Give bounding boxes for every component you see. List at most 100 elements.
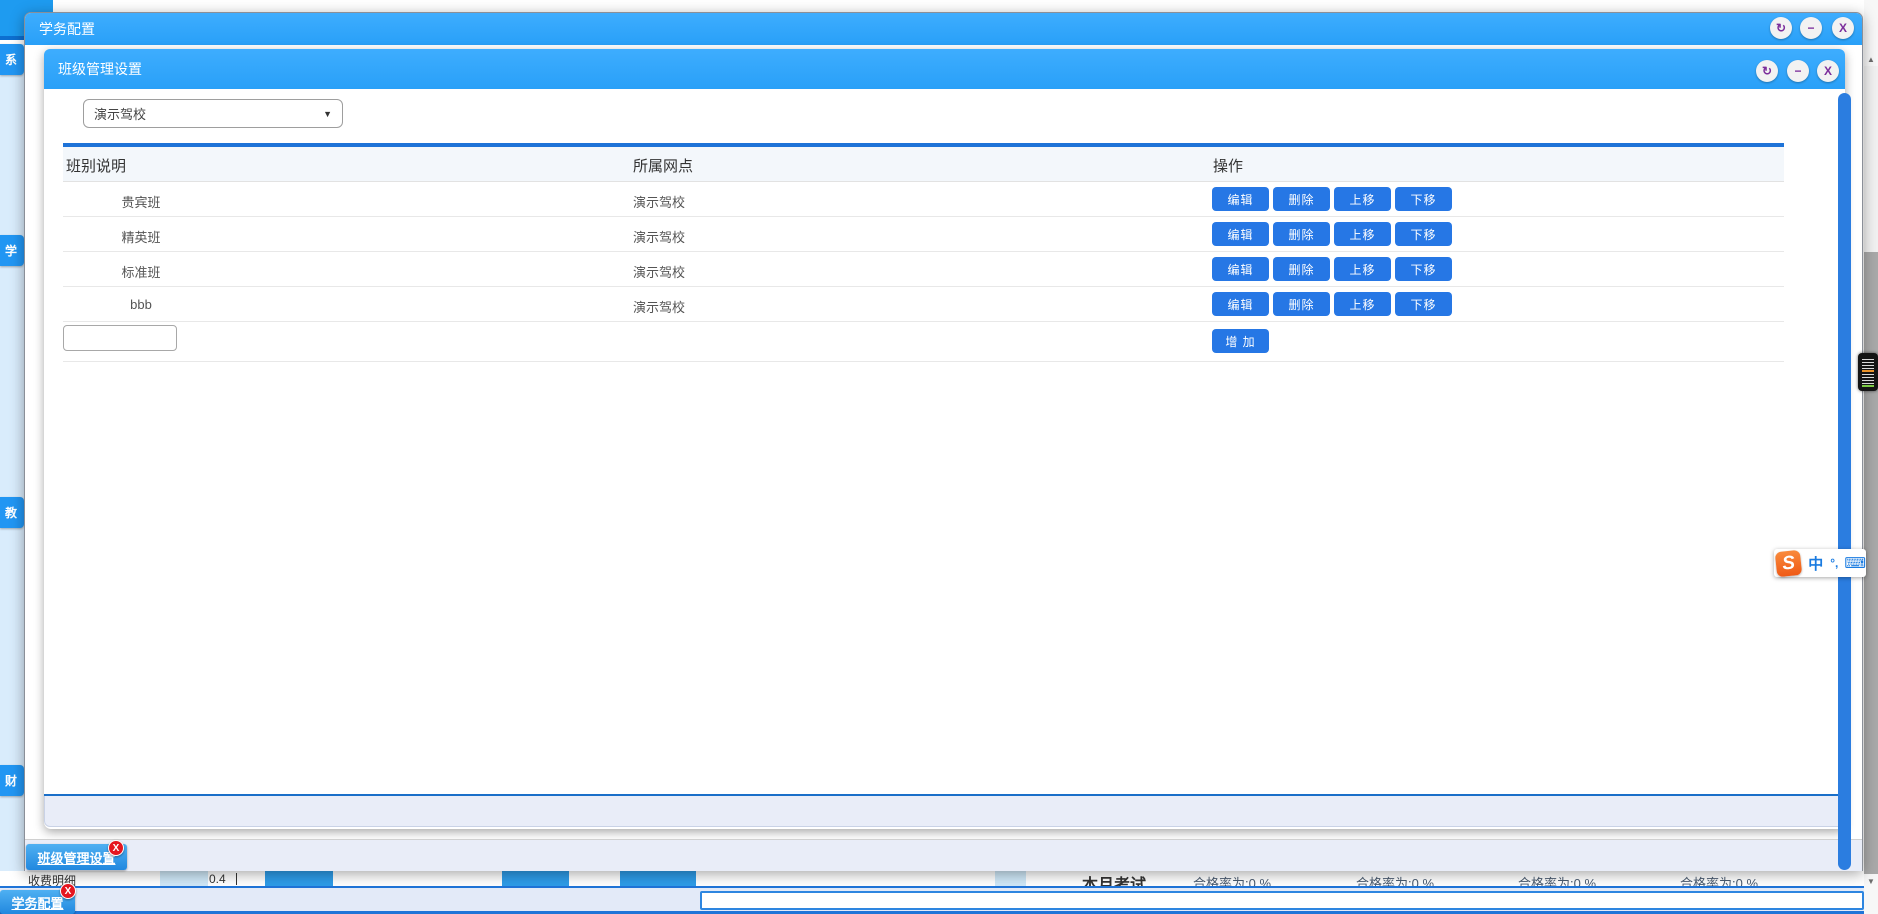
ime-toolbar[interactable]: S 中 °, ⌨ [1774, 549, 1866, 577]
dialog-footer [44, 796, 1845, 827]
page-scrollbar[interactable]: ▲ ▼ [1864, 0, 1878, 914]
edit-button[interactable]: 编辑 [1212, 187, 1269, 211]
table-row: 贵宾班 演示驾校 编辑 删除 上移 下移 [63, 182, 1784, 217]
move-down-button[interactable]: 下移 [1395, 257, 1452, 281]
close-badge-icon[interactable]: X [108, 840, 124, 856]
class-branch: 演示驾校 [633, 262, 685, 281]
logo-letter: S [1781, 551, 1796, 574]
move-up-button[interactable]: 上移 [1334, 222, 1391, 246]
sidebar-item-label: 财 [5, 772, 17, 789]
edit-button[interactable]: 编辑 [1212, 292, 1269, 316]
scrollbar-thumb[interactable] [1864, 252, 1878, 874]
dialog-titlebar[interactable]: 班级管理设置 [44, 49, 1845, 89]
close-button[interactable]: X [1817, 60, 1839, 82]
row-actions: 编辑 删除 上移 下移 [1212, 187, 1456, 211]
edit-button[interactable]: 编辑 [1212, 257, 1269, 281]
delete-button[interactable]: 删除 [1273, 187, 1330, 211]
close-icon: X [1824, 64, 1832, 78]
delete-button[interactable]: 删除 [1273, 292, 1330, 316]
badge-x: X [113, 843, 120, 854]
row-actions: 编辑 删除 上移 下移 [1212, 222, 1456, 246]
base-sidebar [0, 44, 24, 871]
minimize-button[interactable]: − [1787, 60, 1809, 82]
ime-punctuation-toggle[interactable]: °, [1830, 556, 1838, 570]
move-down-button[interactable]: 下移 [1395, 187, 1452, 211]
close-badge-icon[interactable]: X [60, 883, 76, 899]
new-class-input[interactable] [63, 325, 177, 351]
pass-rate-label: 合格率为:0 % [1193, 873, 1271, 886]
sidebar-item-student[interactable]: 学 [0, 235, 24, 266]
column-header-branch: 所属网点 [633, 155, 693, 176]
scroll-up-icon[interactable]: ▲ [1864, 52, 1878, 66]
move-down-button[interactable]: 下移 [1395, 292, 1452, 316]
chart-cell [995, 871, 1026, 886]
class-name: 标准班 [63, 262, 219, 281]
sidebar-item-label: 教 [5, 504, 17, 521]
sidebar-item-system[interactable]: 系 [0, 44, 24, 75]
screen-edge-widget[interactable] [1858, 353, 1878, 391]
add-button[interactable]: 增 加 [1212, 329, 1269, 353]
chart-bar [620, 871, 696, 886]
move-up-button[interactable]: 上移 [1334, 292, 1391, 316]
scroll-down-icon[interactable]: ▼ [1864, 874, 1878, 888]
branch-select-value: 演示驾校 [94, 104, 146, 123]
refresh-button[interactable]: ↻ [1770, 17, 1792, 39]
branch-select[interactable]: 演示驾校 ▼ [83, 99, 343, 128]
sidebar-item-teaching[interactable]: 教 [0, 497, 24, 528]
chart-title: 本月考试 [1082, 871, 1146, 886]
delete-button[interactable]: 删除 [1273, 257, 1330, 281]
window-xuewu-config: 学务配置 ↻ − X 班级管理设置 ↻ − X 演示驾校 ▼ 班别说明 所属网点… [24, 12, 1863, 871]
row-actions: 编辑 删除 上移 下移 [1212, 257, 1456, 281]
refresh-icon: ↻ [1776, 21, 1786, 35]
minimize-icon: − [1794, 64, 1801, 78]
background-dashboard-strip: 收费明细 0.4 本月考试 合格率为:0 % 合格率为:0 % 合格率为:0 %… [0, 871, 1864, 886]
table-row: bbb 演示驾校 编辑 删除 上移 下移 [63, 287, 1784, 322]
dialog-title: 班级管理设置 [58, 59, 142, 79]
window-class-management: 班级管理设置 ↻ − X 演示驾校 ▼ 班别说明 所属网点 操作 贵宾班 演示驾… [44, 49, 1845, 829]
class-name: 精英班 [63, 227, 219, 246]
arrow-up-glyph: ▲ [1867, 55, 1875, 64]
table-header: 班别说明 所属网点 操作 [63, 147, 1784, 182]
sidebar-item-finance[interactable]: 财 [0, 765, 24, 796]
taskbar-tab-label: 学务配置 [11, 893, 63, 912]
refresh-icon: ↻ [1762, 64, 1772, 78]
minimize-icon: − [1807, 21, 1814, 35]
move-up-button[interactable]: 上移 [1334, 257, 1391, 281]
sogou-logo-icon[interactable]: S [1775, 549, 1803, 576]
sidebar-item-label: 系 [5, 51, 17, 68]
move-down-button[interactable]: 下移 [1395, 222, 1452, 246]
refresh-button[interactable]: ↻ [1756, 60, 1778, 82]
column-header-name: 班别说明 [66, 155, 126, 176]
pass-rate-label: 合格率为:0 % [1680, 873, 1758, 886]
delete-button[interactable]: 删除 [1273, 222, 1330, 246]
badge-x: X [65, 886, 72, 897]
scrollbar-track[interactable] [1864, 66, 1878, 252]
class-branch: 演示驾校 [633, 192, 685, 211]
pass-rate-label: 合格率为:0 % [1518, 873, 1596, 886]
window-titlebar[interactable]: 学务配置 [25, 13, 1862, 45]
edit-button[interactable]: 编辑 [1212, 222, 1269, 246]
ime-language-toggle[interactable]: 中 [1808, 553, 1823, 574]
chart-bar [265, 871, 333, 886]
chart-cell [160, 871, 208, 886]
class-branch: 演示驾校 [633, 227, 685, 246]
move-up-button[interactable]: 上移 [1334, 187, 1391, 211]
chart-axis-label: 0.4 [209, 872, 226, 886]
class-name: bbb [63, 297, 219, 312]
modal-scrollbar-thumb[interactable] [1838, 93, 1851, 870]
modal-taskbar [25, 839, 1862, 871]
row-separator [63, 361, 1784, 362]
window-title: 学务配置 [39, 19, 95, 39]
minimize-button[interactable]: − [1800, 17, 1822, 39]
chart-axis-tick [236, 873, 237, 885]
chart-bar [502, 871, 569, 886]
keyboard-icon[interactable]: ⌨ [1844, 554, 1866, 572]
background-panel [700, 891, 1864, 910]
widget-stripes [1862, 357, 1874, 387]
close-button[interactable]: X [1832, 17, 1854, 39]
taskbar-tab-label: 班级管理设置 [37, 848, 115, 867]
row-actions: 编辑 删除 上移 下移 [1212, 292, 1456, 316]
class-name: 贵宾班 [63, 192, 219, 211]
widget-green-line [1862, 385, 1874, 387]
table-row: 标准班 演示驾校 编辑 删除 上移 下移 [63, 252, 1784, 287]
